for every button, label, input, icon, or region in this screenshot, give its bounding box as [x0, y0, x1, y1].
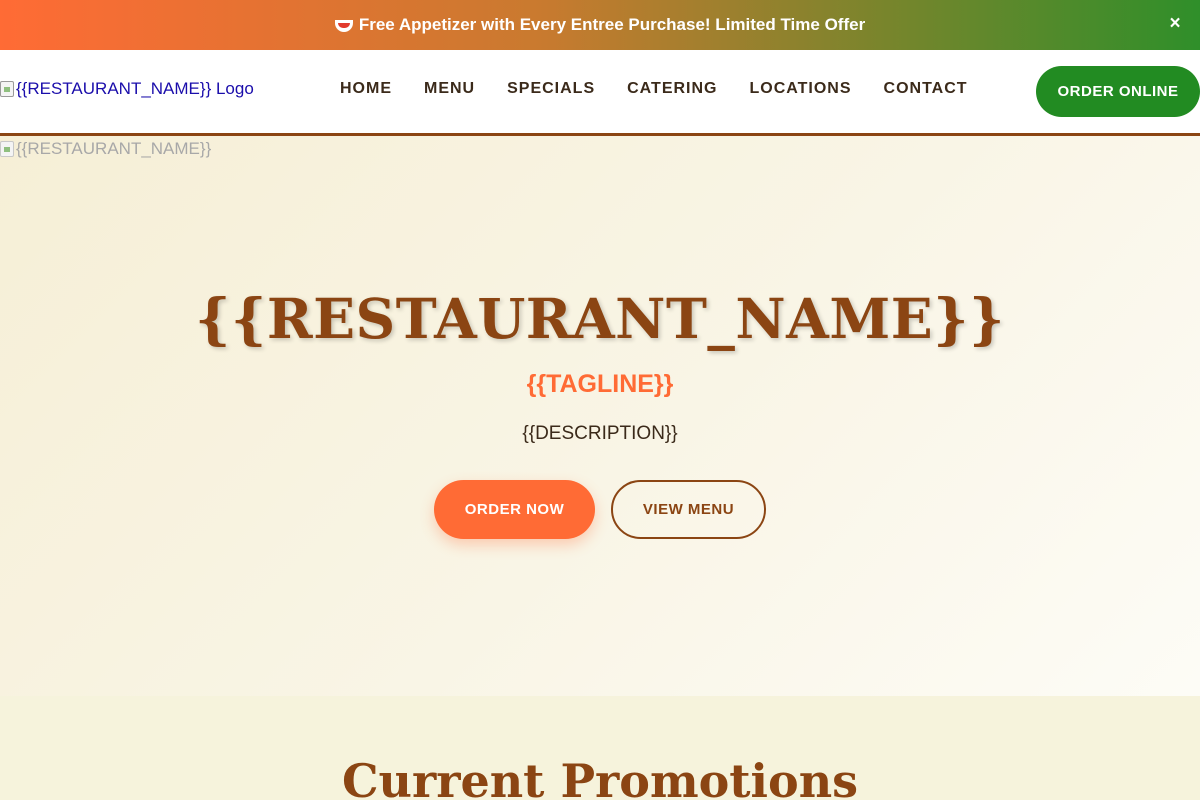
broken-image-icon	[0, 141, 14, 157]
nav-contact[interactable]: CONTACT	[884, 80, 968, 98]
nav-specials[interactable]: SPECIALS	[507, 80, 595, 98]
hero-description: {{DESCRIPTION}}	[522, 423, 678, 444]
hero-image-alt-text: {{RESTAURANT_NAME}}	[16, 139, 212, 158]
view-menu-button[interactable]: VIEW MENU	[611, 480, 766, 539]
promo-banner: Free Appetizer with Every Entree Purchas…	[0, 0, 1200, 50]
logo-alt-text: {{RESTAURANT_NAME}} Logo	[16, 79, 254, 98]
nav-locations[interactable]: LOCATIONS	[750, 80, 852, 98]
nav-catering[interactable]: CATERING	[627, 80, 717, 98]
promotions-heading: Current Promotions	[341, 754, 859, 800]
hero-title: {{RESTAURANT_NAME}}	[195, 286, 1005, 351]
hero-section: {{RESTAURANT_NAME}} {{RESTAURANT_NAME}} …	[0, 136, 1200, 696]
order-online-button[interactable]: ORDER ONLINE	[1036, 66, 1200, 117]
nav-menu[interactable]: MENU	[424, 80, 475, 98]
cooking-pot-icon	[334, 20, 353, 32]
main-nav: HOME MENU SPECIALS CATERING LOCATIONS CO…	[340, 80, 968, 98]
broken-image-icon	[0, 81, 14, 97]
hero-image: {{RESTAURANT_NAME}}	[0, 139, 211, 159]
hero-tagline: {{TAGLINE}}	[526, 370, 674, 398]
promotions-section: Current Promotions	[0, 696, 1200, 800]
nav-home[interactable]: HOME	[340, 80, 392, 98]
logo-link[interactable]: {{RESTAURANT_NAME}} Logo	[0, 79, 254, 99]
promo-text: Free Appetizer with Every Entree Purchas…	[358, 15, 866, 34]
site-header: {{RESTAURANT_NAME}} Logo HOME MENU SPECI…	[0, 50, 1200, 136]
close-icon[interactable]: ×	[1164, 12, 1186, 36]
order-now-button[interactable]: ORDER NOW	[434, 480, 595, 539]
